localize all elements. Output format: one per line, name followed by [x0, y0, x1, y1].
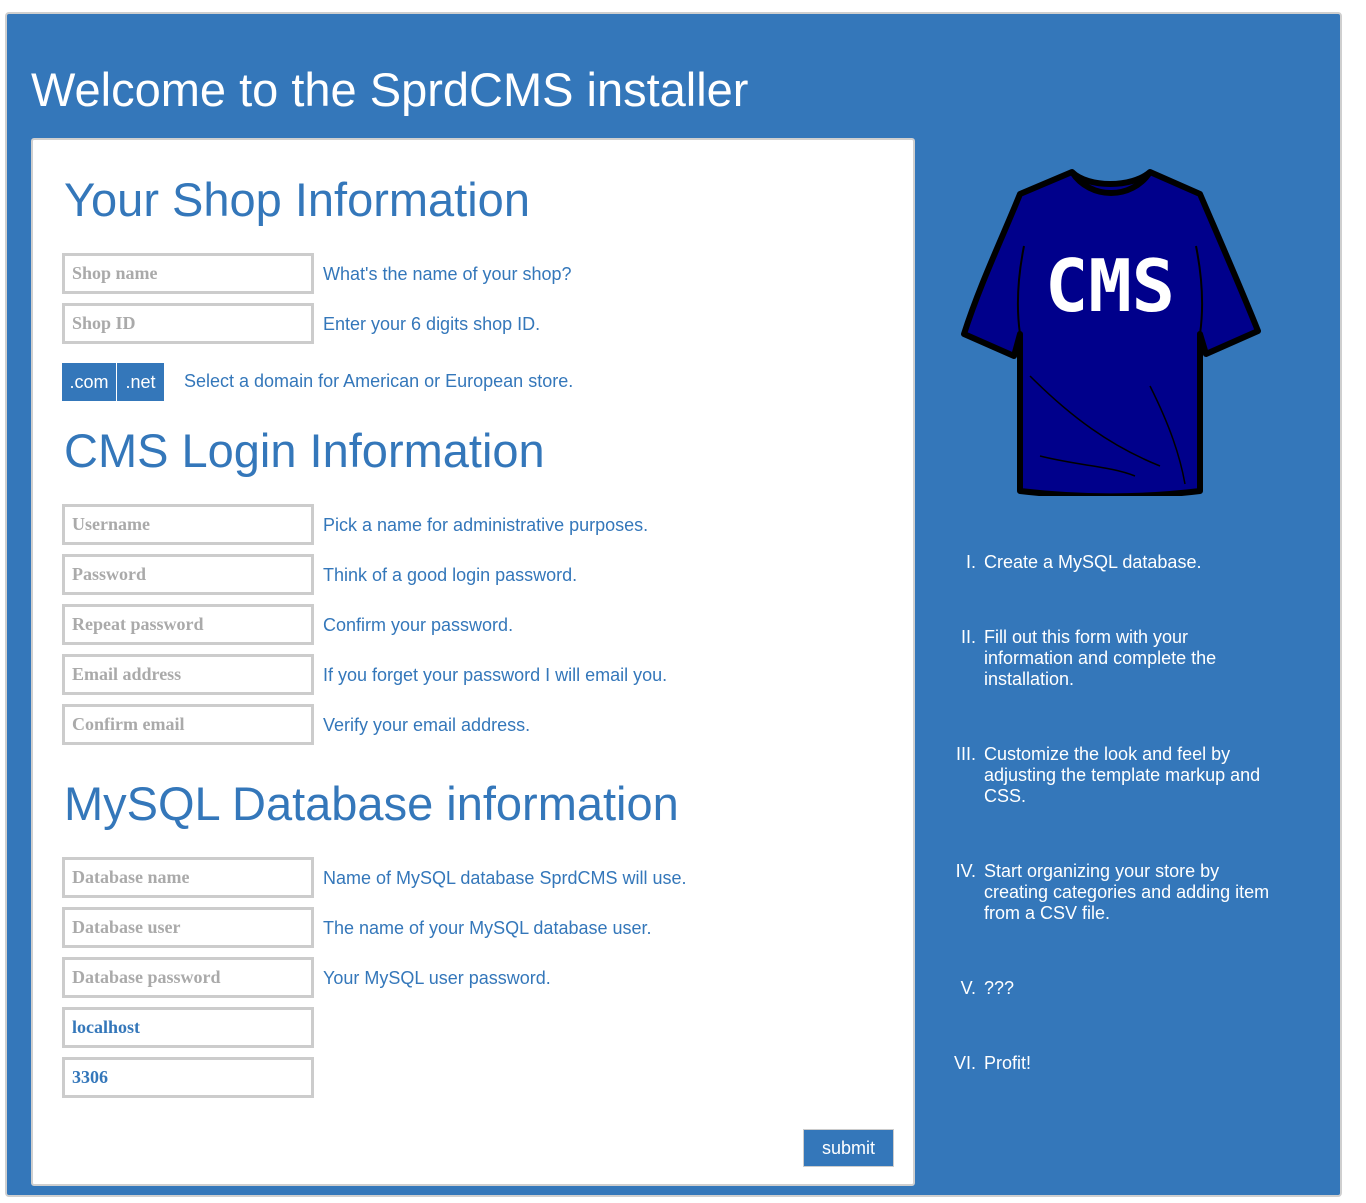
db-password-input[interactable] [62, 957, 314, 998]
db-name-hint: Name of MySQL database SprdCMS will use. [323, 868, 687, 888]
step-text: Create a MySQL database. [984, 552, 1202, 572]
step-number: IV. [955, 861, 976, 881]
db-port-input[interactable] [62, 1057, 314, 1098]
tshirt-logo-icon: CMS [961, 169, 1261, 496]
db-section-title: MySQL Database information [64, 777, 679, 830]
db-user-hint: The name of your MySQL database user. [323, 918, 652, 938]
domain-hint: Select a domain for American or European… [184, 371, 574, 391]
shop-id-input[interactable] [62, 303, 314, 344]
step-text: Profit! [984, 1053, 1032, 1073]
tshirt-body [961, 169, 1261, 496]
password-input[interactable] [62, 554, 314, 595]
username-hint: Pick a name for administrative purposes. [323, 515, 649, 535]
step-text: Start organizing your store by creating … [984, 861, 1270, 923]
domain-selector: .com .net [62, 363, 164, 401]
db-host-input[interactable] [62, 1007, 314, 1048]
email-hint: If you forget your password I will email… [323, 665, 668, 685]
login-section-title: CMS Login Information [64, 424, 545, 477]
step-text: ??? [984, 978, 1015, 998]
confirm-email-hint: Verify your email address. [323, 715, 531, 735]
domain-com-button[interactable]: .com [62, 363, 117, 401]
step-text: Customize the look and feel by adjusting… [984, 744, 1261, 806]
installer-form: Your Shop Information What's the name of… [31, 138, 915, 1186]
submit-button[interactable]: submit [803, 1129, 894, 1167]
step-number: V. [960, 978, 976, 998]
db-user-input[interactable] [62, 907, 314, 948]
confirm-email-input[interactable] [62, 704, 314, 745]
repeat-password-hint: Confirm your password. [323, 615, 514, 635]
password-hint: Think of a good login password. [323, 565, 578, 585]
shop-name-input[interactable] [62, 253, 314, 294]
domain-net-button[interactable]: .net [117, 363, 164, 401]
repeat-password-input[interactable] [62, 604, 314, 645]
db-password-hint: Your MySQL user password. [323, 968, 551, 988]
shop-name-hint: What's the name of your shop? [323, 264, 572, 284]
db-name-input[interactable] [62, 857, 314, 898]
step-text: Fill out this form with your information… [984, 627, 1217, 689]
shop-section-title: Your Shop Information [64, 173, 530, 226]
username-input[interactable] [62, 504, 314, 545]
page-title: Welcome to the SprdCMS installer [31, 63, 749, 116]
shop-id-hint: Enter your 6 digits shop ID. [323, 314, 541, 334]
step-number: I. [965, 552, 976, 572]
step-number: III. [955, 744, 976, 764]
step-number: VI. [953, 1053, 976, 1073]
email-input[interactable] [62, 654, 314, 695]
tshirt-logo-text: CMS [1045, 244, 1175, 328]
step-number: II. [960, 627, 976, 647]
